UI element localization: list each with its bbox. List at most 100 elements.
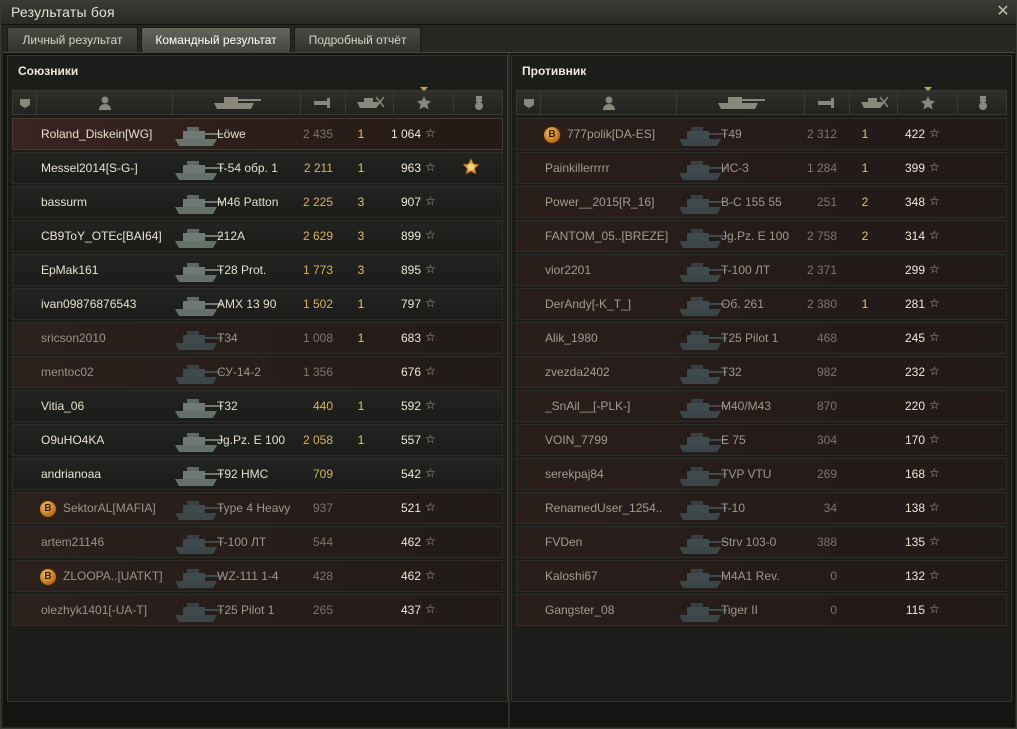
allies-player-row[interactable]: Messel2014[S-G-] T-54 обр. 12 211 1 963 ☆ [12,152,503,184]
kills-value: 1 [861,297,869,311]
damage-value: 2 371 [806,263,837,277]
xp-star-icon: ☆ [425,568,436,582]
xp-value: 220 [904,399,925,413]
damage-value: 428 [312,569,333,583]
xp-star-icon: ☆ [425,228,436,242]
xp-star-icon: ☆ [929,534,940,548]
enemies-player-row[interactable]: _SnAil__[-PLK-] M40/M43 870 220 ☆ [516,390,1007,422]
kills-value: 2 [861,195,869,209]
allies-player-row[interactable]: mentoc02 СУ-14-2 1 356 676 ☆ [12,356,503,388]
damage-icon [817,96,837,110]
xp-value: 314 [904,229,925,243]
sort-squad-button[interactable] [13,91,37,114]
allies-player-row[interactable]: olezhyk1401[-UA-T] T25 Pilot 1 265 437 ☆ [12,594,503,626]
kills-value: 3 [357,263,365,277]
xp-star-icon: ☆ [425,466,436,480]
kills-value: 1 [861,127,869,141]
allies-player-row[interactable]: Roland_Diskein[WG] Löwe 2 435 1 1 064 ☆ [12,118,503,150]
xp-value: 245 [904,331,925,345]
allies-player-row[interactable]: sricson2010 T34 1 008 1 683 ☆ [12,322,503,354]
xp-value: 895 [400,263,421,277]
damage-value: 304 [816,433,837,447]
sort-tank-button[interactable] [677,91,805,114]
window-title: Результаты боя [11,4,115,20]
sort-medal-button[interactable] [454,91,504,114]
sort-xp-star-button[interactable] [394,87,454,114]
allies-player-row[interactable]: O9uHO4KA Jg.Pz. E 100 2 058 1 557 ☆ [12,424,503,456]
sort-tank-button[interactable] [173,91,301,114]
sort-damage-button[interactable] [805,91,850,114]
enemies-rows: B 777polik[DA-ES] T49 2 312 1 422 ☆ Painkillerr… [516,118,1007,628]
medal-icon [977,95,989,111]
sort-player-button[interactable] [541,91,677,114]
xp-star-icon [920,95,936,111]
sort-squad-button[interactable] [517,91,541,114]
kills-icon [858,96,890,110]
kills-value: 1 [357,297,365,311]
allies-player-row[interactable]: B ZLOOPA..[UATKT] WZ-111 1-4 428 462 ☆ [12,560,503,592]
tab-team-result[interactable]: Командный результат [141,27,291,52]
damage-value: 709 [312,467,333,481]
enemies-player-row[interactable]: FANTOM_05..[BREZE] Jg.Pz. E 100 2 758 2 314 ☆ [516,220,1007,252]
enemies-player-row[interactable]: RenamedUser_1254.. T-10 34 138 ☆ [516,492,1007,524]
enemies-player-row[interactable]: Painkillerrrrr ИС-3 1 284 1 399 ☆ [516,152,1007,184]
enemies-player-row[interactable]: Kaloshi67 M4A1 Rev. 0 132 ☆ [516,560,1007,592]
xp-star-icon: ☆ [929,500,940,514]
damage-value: 2 629 [302,229,333,243]
xp-value: 557 [400,433,421,447]
damage-value: 2 312 [806,127,837,141]
sort-kills-button[interactable] [346,91,394,114]
enemies-player-row[interactable]: DerAndy[-K_T_] Об. 261 2 380 1 281 ☆ [516,288,1007,320]
enemies-player-row[interactable]: zvezda2402 T32 982 232 ☆ [516,356,1007,388]
allies-player-row[interactable]: artem21146 T-100 ЛТ 544 462 ☆ [12,526,503,558]
allies-player-row[interactable]: CB9ToY_OTEc[BAI64] 212A 2 629 3 899 ☆ [12,220,503,252]
allies-player-row[interactable]: andrianoaa T92 HMC 709 542 ☆ [12,458,503,490]
sort-xp-star-button[interactable] [898,87,958,114]
sort-kills-button[interactable] [850,91,898,114]
damage-value: 1 773 [302,263,333,277]
medal-icon [473,95,485,111]
damage-value: 269 [816,467,837,481]
sort-player-button[interactable] [37,91,173,114]
allies-player-row[interactable]: bassurm M46 Patton 2 225 3 907 ☆ [12,186,503,218]
damage-value: 2 211 [303,161,333,175]
xp-star-icon: ☆ [425,500,436,514]
enemies-player-row[interactable]: VOIN_7799 E 75 304 170 ☆ [516,424,1007,456]
tank-icon [210,95,264,111]
enemies-player-row[interactable]: Alik_1980 T25 Pilot 1 468 245 ☆ [516,322,1007,354]
kills-value: 1 [357,331,365,345]
xp-value: 299 [904,263,925,277]
xp-value: 797 [400,297,421,311]
allies-player-row[interactable]: EpMak161 T28 Prot. 1 773 3 895 ☆ [12,254,503,286]
enemies-player-row[interactable]: B 777polik[DA-ES] T49 2 312 1 422 ☆ [516,118,1007,150]
enemies-player-row[interactable]: Gangster_08 Tiger II 0 115 ☆ [516,594,1007,626]
allies-player-row[interactable]: ivan09876876543 AMX 13 90 1 502 1 797 ☆ [12,288,503,320]
damage-value: 544 [312,535,333,549]
xp-value: 899 [400,229,421,243]
close-icon[interactable]: ✕ [994,2,1012,20]
sort-medal-button[interactable] [958,91,1008,114]
xp-value: 437 [400,603,421,617]
enemies-player-row[interactable]: vior2201 T-100 ЛТ 2 371 299 ☆ [516,254,1007,286]
xp-star-icon: ☆ [425,126,436,140]
enemies-player-row[interactable]: serekpaj84 TVP VTU 269 168 ☆ [516,458,1007,490]
allies-player-row[interactable]: B SektorAL[MAFIA] Type 4 Heavy 937 521 ☆ [12,492,503,524]
enemies-player-row[interactable]: Power__2015[R_16] B-C 155 55 251 2 348 ☆ [516,186,1007,218]
tab-personal-result[interactable]: Личный результат [7,27,138,52]
player-icon [602,95,616,111]
damage-value: 2 225 [302,195,333,209]
xp-value: 232 [904,365,925,379]
xp-star-icon: ☆ [425,534,436,548]
damage-value: 388 [816,535,837,549]
medal-icon[interactable] [459,157,483,181]
tab-detailed-report[interactable]: Подробный отчёт [294,27,421,52]
allies-player-row[interactable]: Vitia_06 T32 440 1 592 ☆ [12,390,503,422]
xp-value: 132 [904,569,925,583]
enemies-player-row[interactable]: FVDen Strv 103-0 388 135 ☆ [516,526,1007,558]
kills-value: 2 [861,229,869,243]
xp-value: 592 [400,399,421,413]
team-results-content: Союзники Roland_Diskein[WG] Löwe 2 435 1 1 0… [3,52,1015,728]
sort-damage-button[interactable] [301,91,346,114]
allies-panel: Союзники Roland_Diskein[WG] Löwe 2 435 1 1 0… [7,55,508,702]
allies-title: Союзники [18,64,79,78]
